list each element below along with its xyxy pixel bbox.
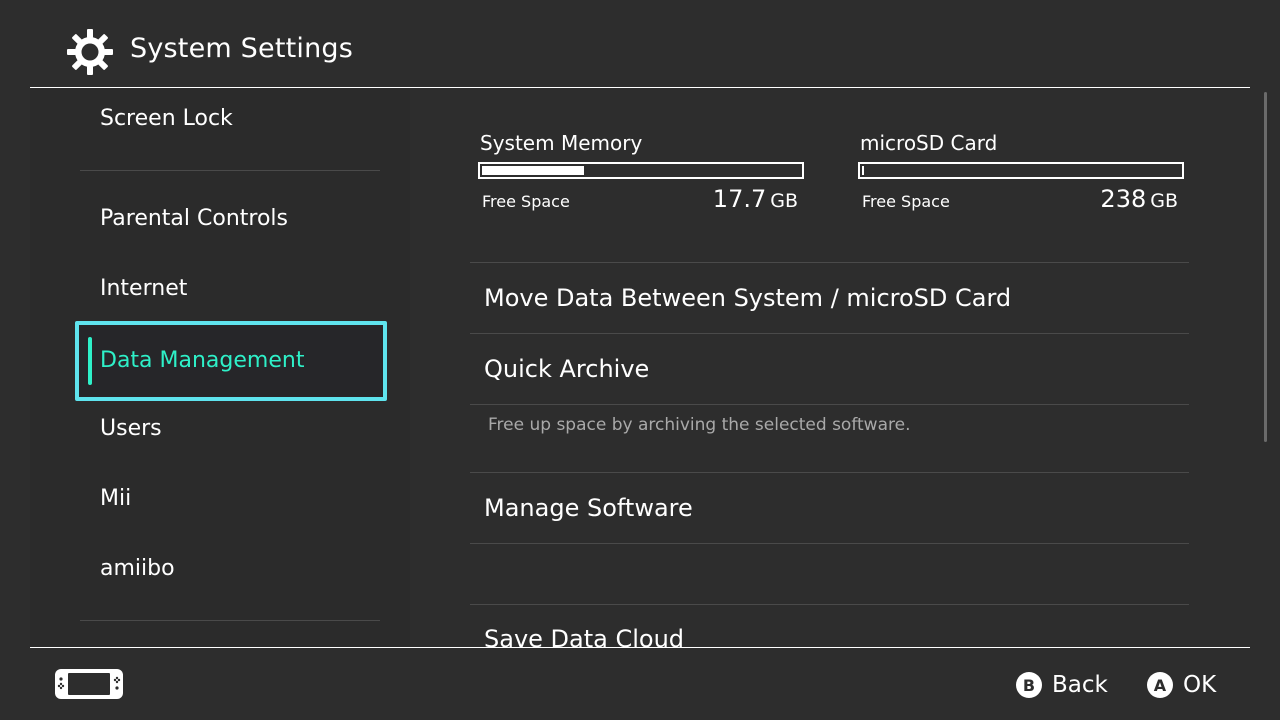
menu-divider	[470, 404, 1189, 405]
quick-archive-description: Free up space by archiving the selected …	[488, 415, 911, 435]
menu-divider	[470, 472, 1189, 473]
footer-divider	[30, 647, 1250, 648]
system-memory-title: System Memory	[480, 131, 643, 155]
menu-divider	[470, 262, 1189, 263]
save-data-cloud-menu-item[interactable]: Save Data Cloud	[484, 625, 684, 653]
free-space-unit: GB	[770, 190, 798, 212]
free-space-label: Free Space	[862, 192, 950, 211]
system-memory-free-value: 17.7 GB	[713, 185, 798, 213]
free-space-label: Free Space	[482, 192, 570, 211]
sidebar-item-parental-controls[interactable]: Parental Controls	[100, 206, 288, 231]
selection-accent-bar	[88, 337, 92, 385]
free-space-number: 238	[1100, 185, 1147, 213]
sidebar-divider	[80, 170, 380, 171]
ok-button[interactable]: A OK	[1147, 670, 1216, 700]
manage-software-menu-item[interactable]: Manage Software	[484, 494, 693, 522]
menu-divider	[470, 333, 1189, 334]
sidebar-divider	[80, 620, 380, 621]
gear-icon	[67, 29, 113, 75]
move-data-menu-item[interactable]: Move Data Between System / microSD Card	[484, 284, 1011, 312]
quick-archive-menu-item[interactable]: Quick Archive	[484, 355, 649, 383]
sidebar-item-users[interactable]: Users	[100, 416, 162, 441]
ok-label: OK	[1183, 672, 1217, 698]
sidebar-item-amiibo[interactable]: amiibo	[100, 556, 175, 581]
system-settings-screen: System Settings Screen Lock Parental Con…	[0, 0, 1280, 720]
sidebar: Screen Lock Parental Controls Internet D…	[30, 88, 410, 647]
sidebar-item-mii[interactable]: Mii	[100, 486, 131, 511]
console-icon	[55, 669, 123, 699]
menu-divider	[470, 604, 1189, 605]
b-button-icon: B	[1016, 672, 1042, 698]
microsd-card-title: microSD Card	[860, 131, 998, 155]
microsd-usage-fill	[862, 166, 864, 175]
microsd-free-value: 238 GB	[1100, 185, 1178, 213]
scrollbar[interactable]	[1264, 92, 1267, 442]
sidebar-item-screen-lock[interactable]: Screen Lock	[100, 106, 233, 131]
microsd-usage-bar	[858, 162, 1184, 179]
free-space-number: 17.7	[712, 185, 767, 213]
page-title: System Settings	[130, 33, 354, 64]
free-space-unit: GB	[1150, 190, 1178, 212]
system-memory-usage-bar	[478, 162, 804, 179]
back-button[interactable]: B Back	[1016, 670, 1108, 700]
sidebar-item-data-management[interactable]: Data Management	[75, 321, 387, 401]
back-label: Back	[1052, 672, 1108, 698]
sidebar-item-label: Data Management	[100, 348, 305, 373]
system-memory-usage-fill	[482, 166, 584, 175]
header: System Settings	[0, 0, 1280, 88]
menu-divider	[470, 543, 1189, 544]
sidebar-item-internet[interactable]: Internet	[100, 276, 187, 301]
main-content: System Memory Free Space 17.7 GB microSD …	[410, 88, 1250, 653]
a-button-icon: A	[1147, 672, 1173, 698]
